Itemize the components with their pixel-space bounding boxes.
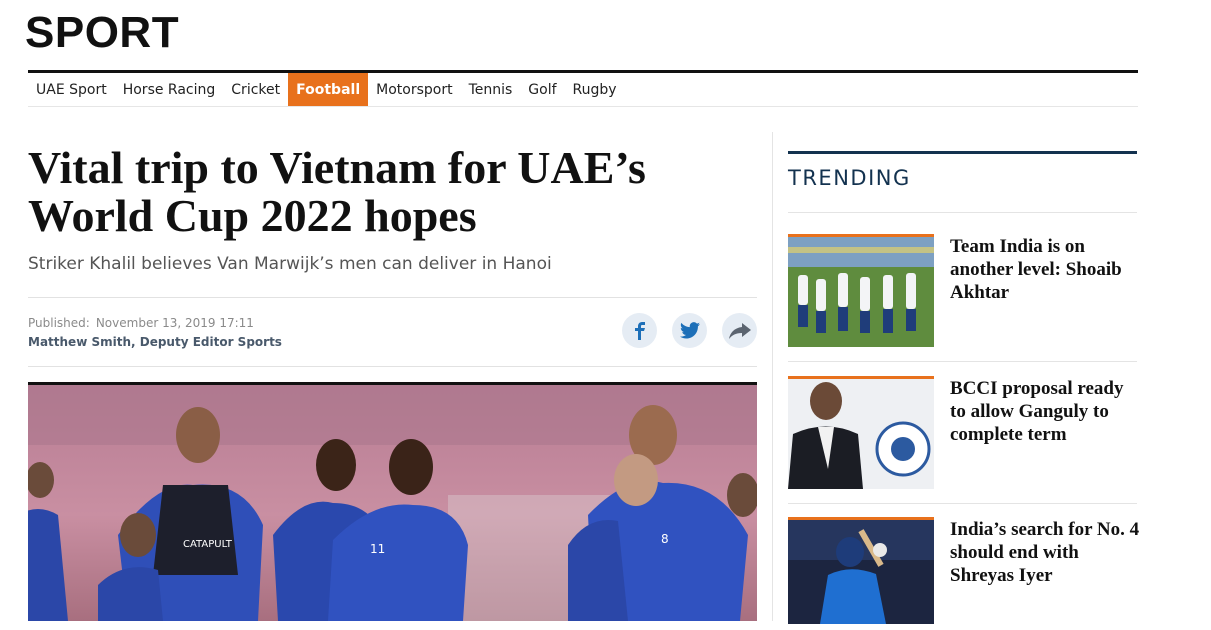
section-title: SPORT — [25, 8, 180, 57]
trending-thumb-1[interactable] — [788, 234, 934, 347]
trending-accent-bar — [788, 151, 1137, 154]
trending-link-1[interactable]: Team India is on another level: Shoaib A… — [950, 235, 1140, 304]
facebook-icon — [634, 321, 645, 340]
trending-divider — [788, 212, 1137, 213]
trending-link-2[interactable]: BCCI proposal ready to allow Ganguly to … — [950, 377, 1140, 446]
trending-thumb-3[interactable] — [788, 517, 934, 630]
nav-item-tennis[interactable]: Tennis — [461, 73, 521, 106]
column-divider — [772, 132, 773, 621]
svg-text:8: 8 — [661, 532, 669, 546]
nav-item-horse-racing[interactable]: Horse Racing — [115, 73, 224, 106]
facebook-share-button[interactable] — [622, 313, 657, 348]
nav-item-cricket[interactable]: Cricket — [223, 73, 288, 106]
nav-item-football[interactable]: Football — [288, 73, 369, 106]
trending-thumb-2[interactable] — [788, 376, 934, 489]
generic-share-button[interactable] — [722, 313, 757, 348]
meta-divider-top — [28, 297, 757, 298]
published-date: November 13, 2019 17:11 — [95, 316, 254, 330]
share-icon — [728, 322, 751, 339]
trending-divider — [788, 503, 1137, 504]
ganguly-bcci-photo — [788, 379, 934, 489]
author-byline[interactable]: Matthew Smith, Deputy Editor Sports — [28, 335, 282, 349]
shreyas-iyer-batting-photo — [788, 520, 934, 624]
cricket-team-training-photo — [788, 237, 934, 347]
trending-divider — [788, 361, 1137, 362]
article-meta: Published: November 13, 2019 17:11 Matthe… — [28, 316, 282, 349]
twitter-icon — [679, 322, 700, 339]
trending-title: TRENDING — [788, 166, 911, 190]
nav-item-rugby[interactable]: Rugby — [565, 73, 625, 106]
publish-info: Published: November 13, 2019 17:11 — [28, 316, 282, 330]
twitter-share-button[interactable] — [672, 313, 707, 348]
article-headline: Vital trip to Vietnam for UAE’s World Cu… — [28, 142, 646, 241]
sport-nav: UAE Sport Horse Racing Cricket Football … — [28, 70, 1138, 107]
hero-photo-players-training: CATAPULT 11 8 — [28, 385, 757, 621]
nav-item-uae-sport[interactable]: UAE Sport — [28, 73, 115, 106]
nav-item-motorsport[interactable]: Motorsport — [368, 73, 460, 106]
article-subhead: Striker Khalil believes Van Marwijk’s me… — [28, 254, 552, 274]
svg-text:11: 11 — [370, 542, 385, 556]
trending-link-3[interactable]: India’s search for No. 4 should end with… — [950, 518, 1140, 587]
meta-divider-bottom — [28, 366, 757, 367]
hero-image: CATAPULT 11 8 — [28, 382, 757, 621]
published-label: Published: — [28, 316, 90, 330]
nav-item-golf[interactable]: Golf — [520, 73, 564, 106]
svg-text:CATAPULT: CATAPULT — [183, 539, 233, 550]
